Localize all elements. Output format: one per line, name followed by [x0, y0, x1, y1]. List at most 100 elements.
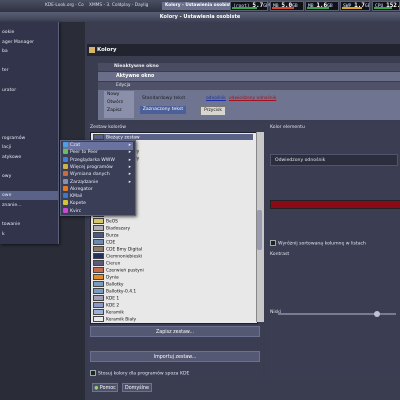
- color-swatch-button[interactable]: [270, 200, 400, 209]
- scheme-list-item[interactable]: CDE Bmy Digital: [93, 246, 253, 253]
- app-menu-item[interactable]: owy: [0, 172, 58, 181]
- app-menu-item[interactable]: znanie...: [0, 201, 58, 210]
- scheme-list-item[interactable]: Ballotky: [93, 281, 253, 288]
- scheme-preview-icon: [93, 302, 104, 308]
- scheme-name: Cierux: [106, 261, 121, 267]
- scheme-list-item[interactable]: Ballotky-0.4.1: [93, 288, 253, 295]
- preview-menubar[interactable]: Edycja: [98, 82, 400, 90]
- scheme-list-item[interactable]: Ciemnoniebieski: [93, 253, 253, 260]
- sorted-columns-row[interactable]: Wyróżnij sortowaną kolumnę w listach: [270, 240, 366, 247]
- scheme-list-item[interactable]: Keramik: [93, 309, 253, 316]
- preview-area[interactable]: [98, 90, 400, 120]
- submenu-item-label: Kvirc: [70, 208, 82, 214]
- apply-nonkde-checkbox[interactable]: [90, 370, 96, 376]
- app-menu-item[interactable]: rogramów: [0, 134, 58, 143]
- manage-icon: [63, 178, 68, 184]
- scheme-name: Czerwień pustyni: [106, 268, 144, 274]
- meter-bar: [232, 7, 258, 9]
- meter-bar: [272, 7, 295, 9]
- help-button[interactable]: ● Pomoc: [92, 383, 118, 392]
- scheme-name: CDE: [106, 240, 116, 246]
- apply-nonkde-row[interactable]: Stosuj kolory dla programów spoza KDE: [90, 370, 189, 377]
- scheme-preview-icon: [93, 232, 104, 238]
- scrollbar-thumb[interactable]: [257, 210, 262, 250]
- app-menu-item[interactable]: [0, 57, 58, 66]
- app-menu-item[interactable]: [0, 124, 58, 133]
- app-menu-item[interactable]: [0, 95, 58, 104]
- inactive-window-preview[interactable]: Nieaktywne okno: [98, 63, 400, 71]
- scheme-list-item[interactable]: Czerwień pustyni: [93, 267, 253, 274]
- scheme-preview-icon: [93, 288, 104, 294]
- submenu-item-label: Więcej programów: [70, 164, 113, 170]
- sorted-columns-checkbox[interactable]: [270, 240, 276, 246]
- submenu-item[interactable]: Kvirc: [63, 207, 133, 216]
- scheme-preview-icon: [93, 274, 104, 280]
- apply-nonkde-label: Stosuj kolory dla programów spoza KDE: [98, 371, 190, 377]
- app-menu-item[interactable]: ookie: [0, 28, 58, 37]
- save-scheme-button[interactable]: Zapisz zestaw...: [90, 326, 260, 337]
- submenu-item-label: Zarządzanie: [70, 179, 99, 185]
- section-header: Kolory: [87, 44, 400, 56]
- scheme-name: Keramik: [106, 310, 124, 316]
- window-title: Kolory - Ustawienia osobiste: [0, 12, 400, 22]
- scheme-list-item[interactable]: Keramik Biały: [93, 316, 253, 323]
- app-menu-item[interactable]: towanie: [0, 220, 58, 229]
- scheme-preview-icon: [93, 246, 104, 252]
- scheme-preview-icon: [93, 281, 104, 287]
- task-button-xmms[interactable]: XMMS - 3. Coldplay - Daylig: [86, 2, 164, 10]
- link-text[interactable]: odnośnik: [206, 96, 226, 101]
- app-menu-item[interactable]: ager Manager: [0, 38, 58, 47]
- scheme-list-item[interactable]: BeOS: [93, 218, 253, 225]
- contrast-slider-knob[interactable]: [374, 311, 380, 317]
- meter-bar: [307, 7, 330, 9]
- system-meter: SWP 1.7GB: [340, 1, 370, 11]
- submenu-item-label: Czat: [70, 143, 81, 148]
- rss-icon: [63, 185, 68, 191]
- scheme-list-item[interactable]: CDE: [93, 239, 253, 246]
- app-menu-item[interactable]: urator: [0, 86, 58, 95]
- section-title: Kolory: [97, 47, 117, 53]
- preview-menu-item[interactable]: Nowy: [104, 91, 134, 99]
- visited-link-text[interactable]: odwiedzony odnośnik: [229, 96, 276, 101]
- preview-menu-item[interactable]: Otwórz: [104, 99, 134, 107]
- scheme-list-item[interactable]: Cierux: [93, 260, 253, 267]
- app-menu-item[interactable]: [0, 210, 58, 219]
- app-menu-item[interactable]: [0, 182, 58, 191]
- submenu-item-label: Kopete: [70, 201, 86, 207]
- app-menu-item[interactable]: owe: [0, 191, 58, 201]
- meter-bar: [374, 7, 393, 9]
- submenu-item-label: Wymiana danych: [70, 172, 110, 178]
- app-menu-item[interactable]: atykowe: [0, 153, 58, 162]
- scheme-name: Dynia: [106, 275, 119, 281]
- help-icon: ●: [94, 386, 99, 391]
- import-scheme-button[interactable]: Importuj zestaw...: [90, 351, 260, 362]
- element-select[interactable]: Odwiedzony odnośnik: [270, 154, 398, 166]
- system-meter: (root) 5.7GB: [230, 1, 268, 11]
- scheme-list-item[interactable]: KDE 2: [93, 302, 253, 309]
- app-menu-item[interactable]: [0, 114, 58, 123]
- app-menu-item[interactable]: [0, 76, 58, 85]
- defaults-button[interactable]: Domyślne: [122, 383, 152, 392]
- app-menu-item[interactable]: ter: [0, 66, 58, 75]
- scheme-list-item[interactable]: Biadoszary: [93, 225, 253, 232]
- task-button-kdelook[interactable]: KDE-Look.org - Co: [42, 2, 86, 10]
- selected-text: Zaznaczony tekst: [140, 106, 186, 114]
- system-meter: MB 1.6GB: [305, 1, 339, 11]
- scheme-list-item[interactable]: KDE 1: [93, 295, 253, 302]
- contrast-low-label: Niski: [270, 310, 282, 315]
- app-menu-item[interactable]: lacji: [0, 143, 58, 152]
- submenu-item-label: Akregator: [70, 186, 93, 192]
- preview-menu[interactable]: Nowy Otwórz Zapisz: [104, 91, 134, 118]
- scheme-list-item[interactable]: Dynia: [93, 274, 253, 281]
- preview-button[interactable]: Przycisk: [200, 106, 226, 116]
- app-menu-item[interactable]: ba: [0, 47, 58, 56]
- app-menu-item[interactable]: k: [0, 230, 58, 239]
- app-menu-item[interactable]: [0, 162, 58, 171]
- preview-menu-item[interactable]: Zapisz: [104, 107, 134, 115]
- active-window-preview[interactable]: Aktywne okno: [98, 72, 400, 81]
- contrast-label: Kontrast: [270, 252, 290, 257]
- scheme-preview-icon: [93, 253, 104, 259]
- scheme-preview-icon: [93, 239, 104, 245]
- app-menu-item[interactable]: [0, 105, 58, 114]
- scheme-list-item[interactable]: Burza: [93, 232, 253, 239]
